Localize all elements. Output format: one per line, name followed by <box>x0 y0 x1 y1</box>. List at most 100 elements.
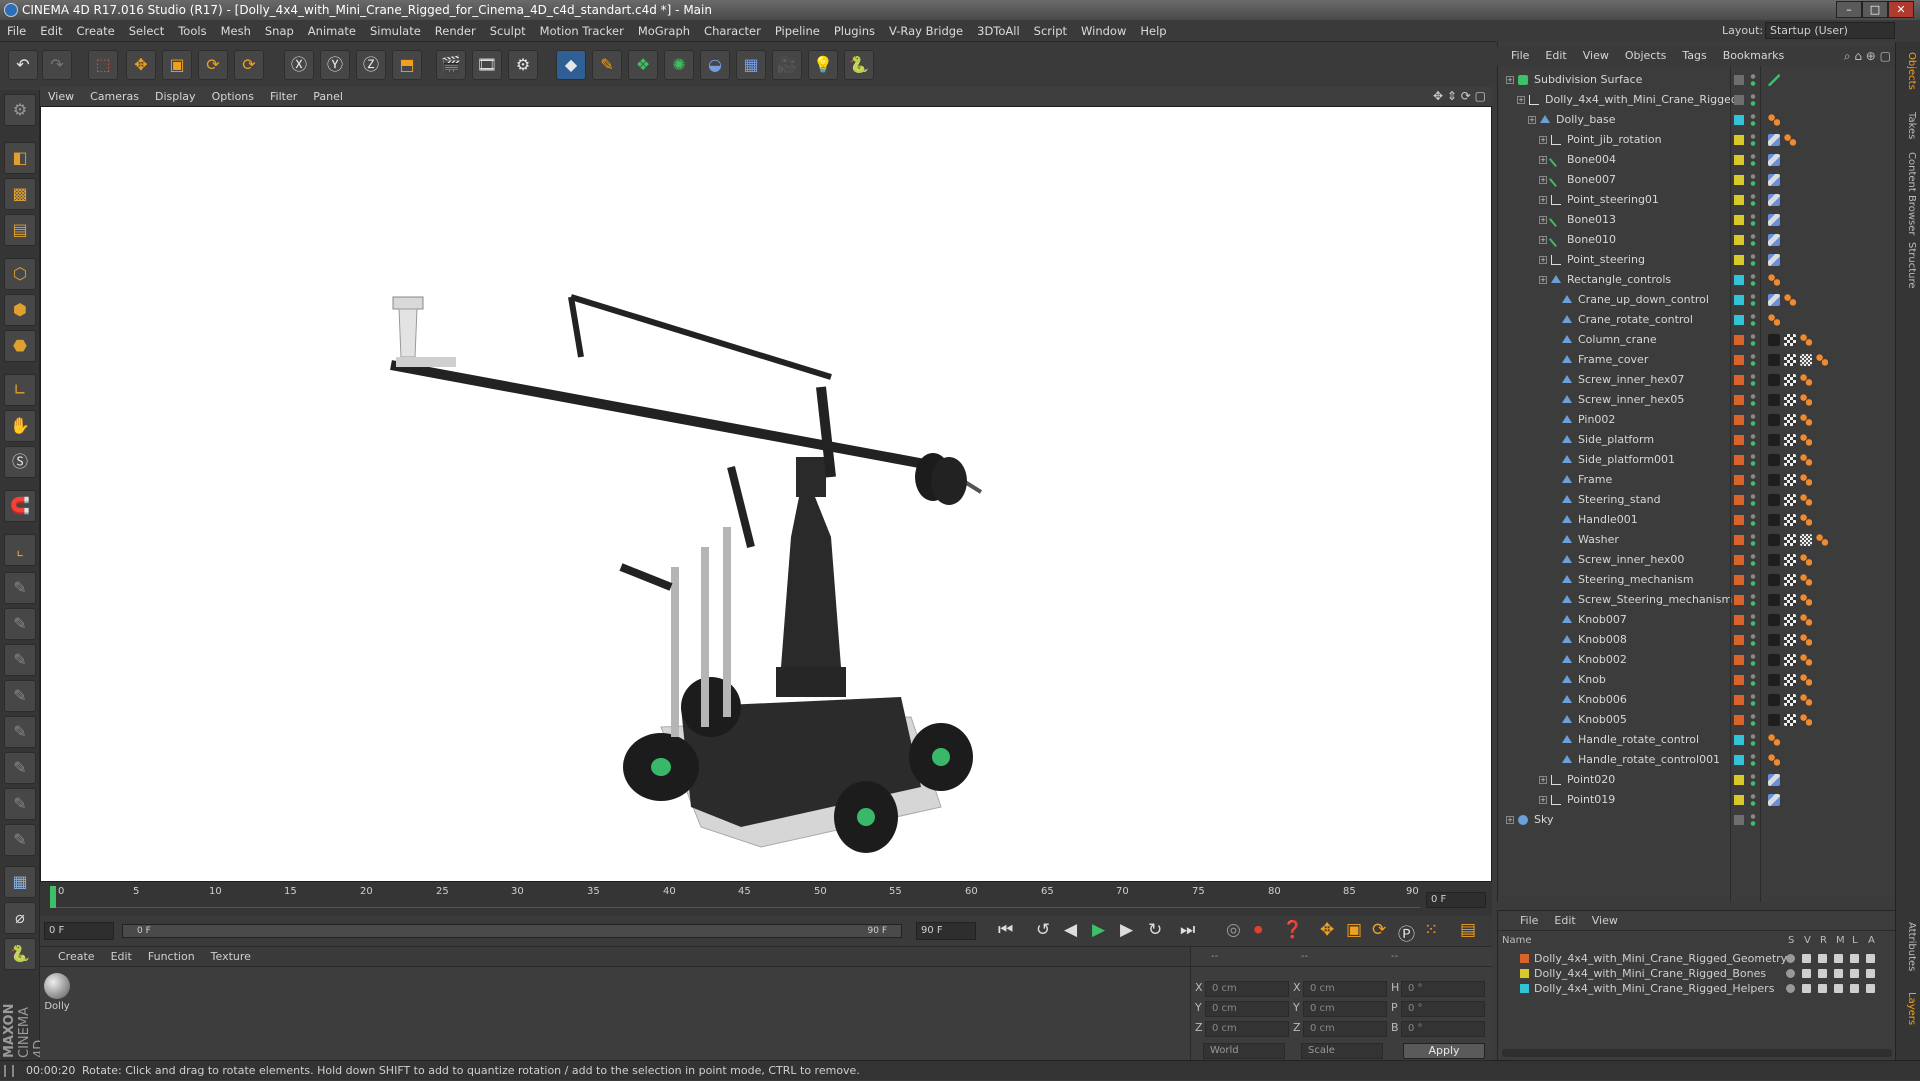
deformer-icon[interactable]: ◒ <box>700 50 730 80</box>
menu-mesh[interactable]: Mesh <box>214 20 258 42</box>
lock-workplane-icon[interactable]: ▦ <box>4 866 36 898</box>
layer-color-swatch[interactable] <box>1734 195 1744 205</box>
visibility-dots-icon[interactable] <box>1750 293 1756 307</box>
phong-tag-icon[interactable] <box>1768 554 1780 566</box>
visibility-dots-icon[interactable] <box>1750 473 1756 487</box>
weight-tag-icon[interactable] <box>1768 254 1780 266</box>
layer-color-swatch[interactable] <box>1734 535 1744 545</box>
material-tag-icon[interactable] <box>1784 434 1796 446</box>
menu-window[interactable]: Window <box>1074 20 1133 42</box>
prev-key-icon[interactable]: ↺ <box>1036 920 1050 940</box>
goto-start-icon[interactable]: ⏮ <box>998 920 1013 940</box>
layer-color-swatch[interactable] <box>1734 655 1744 665</box>
redo-icon[interactable]: ↷ <box>42 50 72 80</box>
material-tag-icon[interactable] <box>1784 554 1796 566</box>
material-tag-icon[interactable] <box>1784 334 1796 346</box>
constraint-tag-icon[interactable] <box>1800 554 1812 566</box>
object-row[interactable]: Knob <box>1498 670 1896 690</box>
constraint-tag-icon[interactable] <box>1800 394 1812 406</box>
viewport-menu-panel[interactable]: Panel <box>305 87 351 106</box>
timeline-track[interactable]: 0 5 10 15 20 25 30 35 40 45 50 55 60 65 … <box>50 886 1420 908</box>
constraint-tag-icon[interactable] <box>1800 594 1812 606</box>
layer-color-swatch[interactable] <box>1520 969 1529 978</box>
object-menu-tags[interactable]: Tags <box>1674 46 1714 66</box>
visibility-dots-icon[interactable] <box>1750 733 1756 747</box>
phong-tag-icon[interactable] <box>1768 594 1780 606</box>
constraint-tag-icon[interactable] <box>1800 634 1812 646</box>
z-axis-lock-icon[interactable]: Ⓩ <box>356 50 386 80</box>
visibility-dots-icon[interactable] <box>1750 453 1756 467</box>
light-icon[interactable]: 💡 <box>808 50 838 80</box>
object-row[interactable]: Knob006 <box>1498 690 1896 710</box>
layer-color-swatch[interactable] <box>1734 675 1744 685</box>
layer-color-swatch[interactable] <box>1520 984 1529 993</box>
rot-b-field[interactable]: 0 ° <box>1401 1021 1485 1037</box>
play-icon[interactable]: ▶ <box>1092 920 1105 940</box>
visibility-dots-icon[interactable] <box>1750 333 1756 347</box>
layer-list[interactable]: Dolly_4x4_with_Mini_Crane_Rigged_Geometr… <box>1498 951 1896 999</box>
object-row[interactable]: + Point_jib_rotation <box>1498 130 1896 150</box>
constraint-tag-icon[interactable] <box>1800 494 1812 506</box>
visibility-dots-icon[interactable] <box>1750 673 1756 687</box>
weight-tag-icon[interactable] <box>1768 134 1780 146</box>
visibility-dots-icon[interactable] <box>1750 213 1756 227</box>
constraint-tag-icon[interactable] <box>1800 674 1812 686</box>
weight-tag-icon[interactable] <box>1768 154 1780 166</box>
expand-toggle-icon[interactable]: + <box>1506 816 1514 824</box>
points-mode-icon[interactable]: ⬡ <box>4 258 36 290</box>
object-row[interactable]: + Point020 <box>1498 770 1896 790</box>
object-row[interactable]: Frame <box>1498 470 1896 490</box>
object-row[interactable]: + Bone010 <box>1498 230 1896 250</box>
menu-script[interactable]: Script <box>1027 20 1074 42</box>
layer-color-swatch[interactable] <box>1734 595 1744 605</box>
key-rotation-icon[interactable]: ⟳ <box>1372 920 1386 940</box>
sculpt-knife-icon[interactable]: ✎ <box>4 824 36 856</box>
object-row[interactable]: Steering_stand <box>1498 490 1896 510</box>
constraint-tag-icon[interactable] <box>1800 694 1812 706</box>
key-position-icon[interactable]: ✥ <box>1320 920 1334 940</box>
magnet-icon[interactable]: ⌀ <box>4 902 36 934</box>
material-tag-icon[interactable] <box>1784 474 1796 486</box>
weight-tag-icon[interactable] <box>1768 174 1780 186</box>
layer-color-swatch[interactable] <box>1520 954 1529 963</box>
enable-snap-icon[interactable]: 🧲 <box>4 490 36 522</box>
object-row[interactable]: Screw_inner_hex05 <box>1498 390 1896 410</box>
autokey-icon[interactable]: ⏺ <box>1254 920 1263 940</box>
menu-motion-tracker[interactable]: Motion Tracker <box>533 20 631 42</box>
python-script-icon[interactable]: 🐍 <box>4 938 36 970</box>
layer-color-swatch[interactable] <box>1734 715 1744 725</box>
expand-toggle-icon[interactable]: + <box>1528 116 1536 124</box>
layer-row[interactable]: Dolly_4x4_with_Mini_Crane_Rigged_Geometr… <box>1498 951 1896 966</box>
visibility-dots-icon[interactable] <box>1750 773 1756 787</box>
visibility-dots-icon[interactable] <box>1750 513 1756 527</box>
render-view-icon[interactable]: 🎬 <box>436 50 466 80</box>
layer-color-swatch[interactable] <box>1734 775 1744 785</box>
layer-color-swatch[interactable] <box>1734 435 1744 445</box>
tab-objects[interactable]: Objects <box>1899 52 1917 90</box>
texture-mode-icon[interactable]: ▩ <box>4 178 36 210</box>
material-menu-edit[interactable]: Edit <box>103 947 140 967</box>
layer-color-swatch[interactable] <box>1734 455 1744 465</box>
object-row[interactable]: Handle_rotate_control001 <box>1498 750 1896 770</box>
visibility-dots-icon[interactable] <box>1750 313 1756 327</box>
layer-color-swatch[interactable] <box>1734 495 1744 505</box>
layer-menu-edit[interactable]: Edit <box>1546 911 1583 931</box>
object-row[interactable]: Knob005 <box>1498 710 1896 730</box>
visibility-dots-icon[interactable] <box>1750 433 1756 447</box>
object-row[interactable]: Knob002 <box>1498 650 1896 670</box>
visibility-dots-icon[interactable] <box>1750 153 1756 167</box>
object-row[interactable]: + Point_steering <box>1498 250 1896 270</box>
visibility-dots-icon[interactable] <box>1750 113 1756 127</box>
phong-tag-icon[interactable] <box>1768 374 1780 386</box>
visibility-dots-icon[interactable] <box>1750 633 1756 647</box>
material-tag-icon[interactable] <box>1784 534 1796 546</box>
constraint-tag-icon[interactable] <box>1768 754 1780 766</box>
object-row[interactable]: + Bone013 <box>1498 210 1896 230</box>
phong-tag-icon[interactable] <box>1768 354 1780 366</box>
enabled-check-icon[interactable] <box>1768 74 1780 86</box>
phong-tag-icon[interactable] <box>1768 714 1780 726</box>
viewport-menu-filter[interactable]: Filter <box>262 87 305 106</box>
object-menu-edit[interactable]: Edit <box>1537 46 1574 66</box>
layer-toggle-icon[interactable] <box>1786 969 1795 978</box>
layer-toggle-icon[interactable] <box>1818 984 1827 993</box>
